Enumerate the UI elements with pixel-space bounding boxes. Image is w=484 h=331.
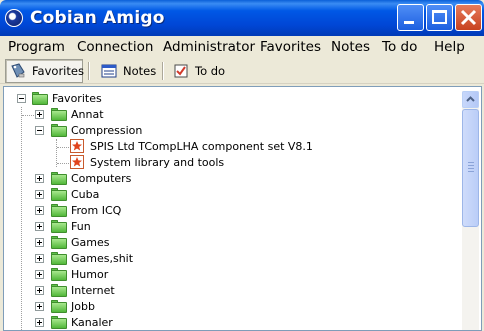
expand-icon[interactable] [35,190,44,199]
tree-item-jobb[interactable]: Jobb [4,299,454,315]
menu-todo[interactable]: To do [382,39,417,55]
folder-icon [32,92,48,105]
folder-icon [51,108,67,121]
tree-item-label: Annat [71,108,104,121]
expand-icon[interactable] [35,302,44,311]
tree-item-system-library[interactable]: System library and tools [4,155,454,171]
chevron-up-icon [466,96,475,102]
folder-icon [51,204,67,217]
tree-item-humor[interactable]: Humor [4,267,454,283]
expand-icon[interactable] [35,174,44,183]
folder-icon [51,236,67,249]
todo-button-label: To do [195,64,226,78]
tree-item-games-shit[interactable]: Games,shit [4,251,454,267]
favorites-button[interactable]: Favorites [5,59,84,83]
menu-favorites[interactable]: Favorites [260,39,321,55]
close-icon [460,9,477,26]
notes-button-label: Notes [123,64,157,78]
folder-icon [51,252,67,265]
menu-notes[interactable]: Notes [331,39,370,55]
tree-item-cuba[interactable]: Cuba [4,187,454,203]
folder-icon [51,300,67,313]
folder-icon [51,172,67,185]
minimize-icon [404,21,414,24]
collapse-icon[interactable] [35,126,44,135]
favorite-link-icon [70,139,84,153]
favorites-icon [10,63,26,79]
tree-item-from-icq[interactable]: From ICQ [4,203,454,219]
folder-icon [51,188,67,201]
tree-item-label: Computers [71,172,132,185]
tree-item-label: From ICQ [71,204,122,217]
tree-item-compression[interactable]: Compression [4,123,454,139]
maximize-icon [432,10,447,24]
folder-icon [51,316,67,329]
expand-icon[interactable] [35,254,44,263]
favorites-tree[interactable]: Favorites Annat Compression SPIS Ltd TCo… [3,86,482,331]
scroll-thumb[interactable] [462,109,479,227]
tree-item-internet[interactable]: Internet [4,283,454,299]
tree-item-label: Humor [71,268,109,281]
app-window: Cobian Amigo Program Connection Administ… [0,0,484,331]
todo-icon [173,63,189,79]
window-title: Cobian Amigo [30,8,165,28]
expand-icon[interactable] [35,238,44,247]
tree-item-label: Games [71,236,110,249]
tree-item-label: Fun [71,220,91,233]
toolbar-separator [88,62,90,80]
tree-item-kanaler[interactable]: Kanaler [4,315,454,330]
favorite-link-icon [70,155,84,169]
toolbar-separator [162,62,164,80]
folder-icon [51,284,67,297]
menu-program[interactable]: Program [8,39,65,55]
tree-item-label: Compression [71,124,143,137]
notes-icon [101,63,117,79]
tree-root-label: Favorites [52,92,102,105]
menu-administrator[interactable]: Administrator [163,39,255,55]
collapse-icon[interactable] [17,94,26,103]
tree-item-spis-ltd[interactable]: SPIS Ltd TCompLHA component set V8.1 [4,139,454,155]
expand-icon[interactable] [35,286,44,295]
expand-icon[interactable] [35,222,44,231]
tree-item-annat[interactable]: Annat [4,107,454,123]
title-bar[interactable]: Cobian Amigo [0,0,484,36]
tree-item-label: Internet [71,284,115,297]
tree-item-computers[interactable]: Computers [4,171,454,187]
tree-item-label: Games,shit [71,252,134,265]
favorites-button-label: Favorites [32,64,84,78]
tree-root[interactable]: Favorites [4,91,454,107]
folder-icon [51,220,67,233]
expand-icon[interactable] [35,318,44,327]
menu-help[interactable]: Help [434,39,465,55]
expand-icon[interactable] [35,270,44,279]
expand-icon[interactable] [35,110,44,119]
tree-item-label: Jobb [71,300,95,313]
tree-item-label: SPIS Ltd TCompLHA component set V8.1 [90,140,313,153]
notes-button[interactable]: Notes [97,59,157,83]
expand-icon[interactable] [35,206,44,215]
tree-item-games[interactable]: Games [4,235,454,251]
toolbar: Favorites Notes To do [0,58,484,84]
menu-connection[interactable]: Connection [77,39,153,55]
minimize-button[interactable] [397,4,424,31]
tree-item-fun[interactable]: Fun [4,219,454,235]
tree-item-label: System library and tools [90,156,225,169]
folder-open-icon [51,124,67,137]
todo-button[interactable]: To do [169,59,229,83]
maximize-button[interactable] [426,4,453,31]
tree-item-label: Kanaler [71,316,113,329]
folder-icon [51,268,67,281]
tree-item-label: Cuba [71,188,100,201]
close-button[interactable] [455,4,482,31]
app-icon[interactable] [5,9,23,27]
menu-bar: Program Connection Administrator Favorit… [0,36,484,58]
scroll-up-button[interactable] [462,91,479,108]
vertical-scrollbar[interactable] [462,91,479,330]
